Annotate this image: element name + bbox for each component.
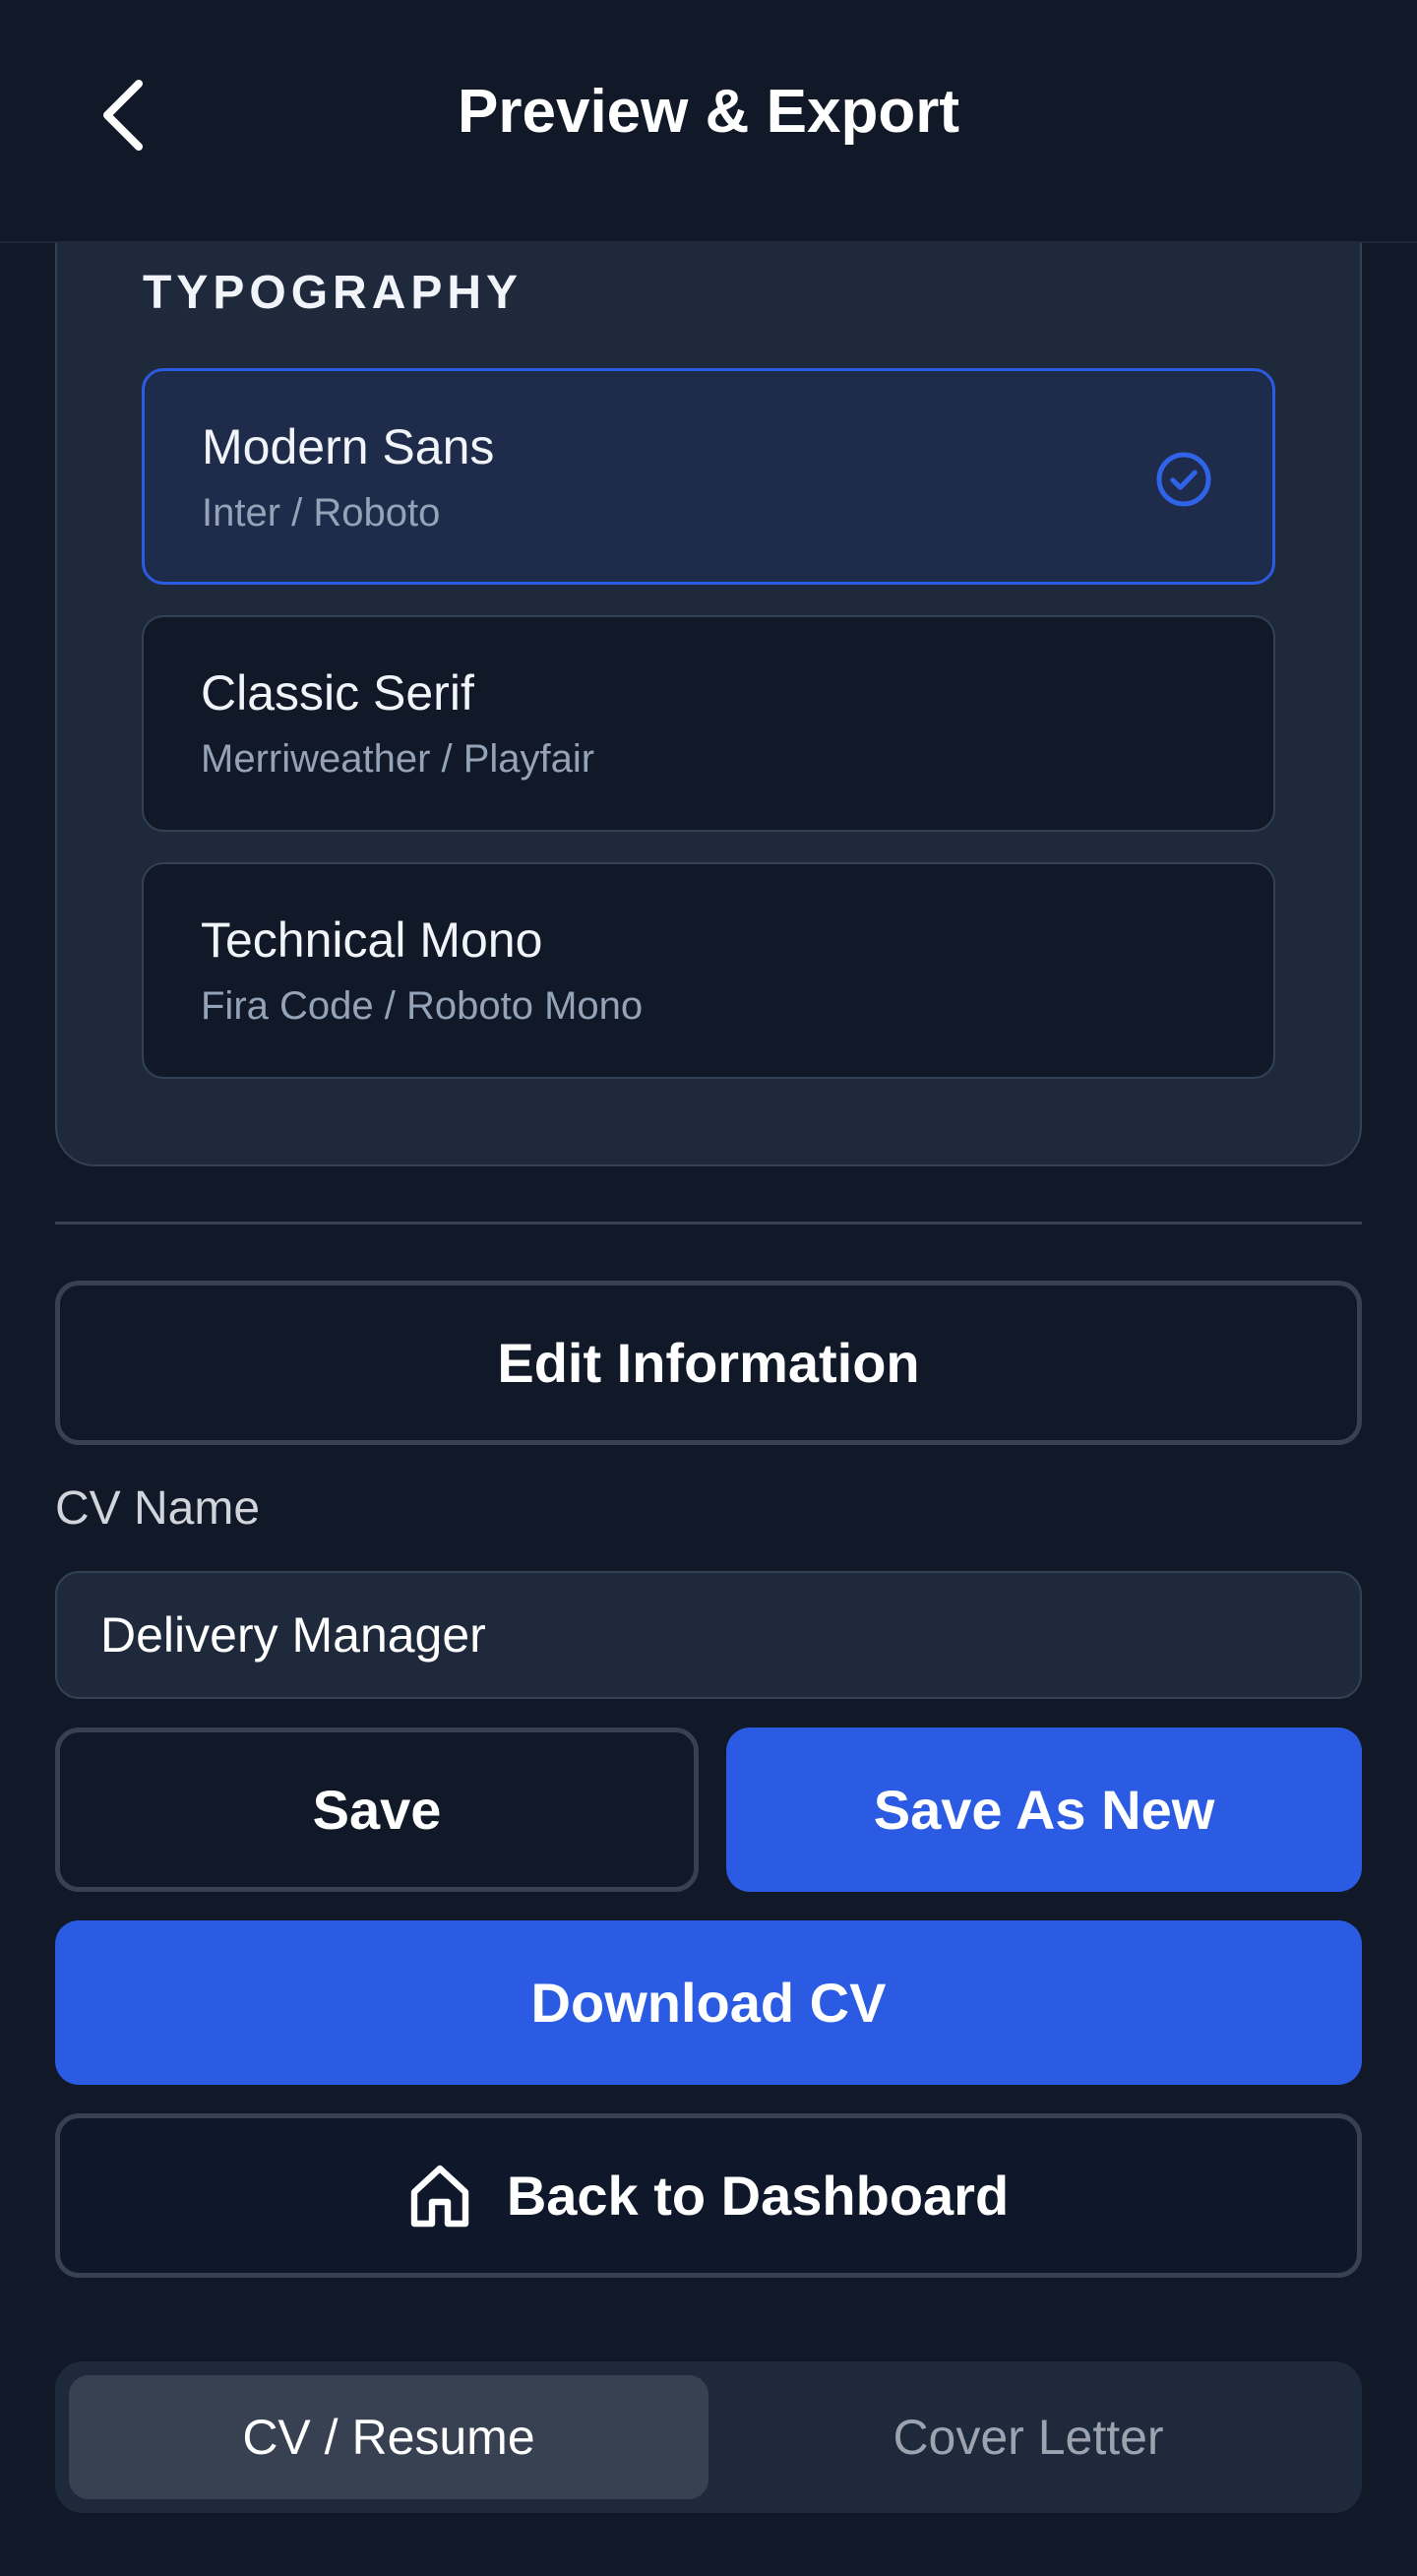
font-option-technical-mono[interactable]: Technical Mono Fira Code / Roboto Mono — [142, 862, 1275, 1079]
edit-information-button[interactable]: Edit Information — [55, 1281, 1362, 1445]
save-as-new-button[interactable]: Save As New — [726, 1728, 1362, 1892]
font-option-name: Technical Mono — [201, 912, 543, 968]
tab-label: CV / Resume — [242, 2410, 535, 2465]
font-option-families: Inter / Roboto — [202, 491, 441, 534]
back-to-dashboard-button[interactable]: Back to Dashboard — [55, 2113, 1362, 2278]
cv-name-input[interactable] — [55, 1571, 1362, 1699]
back-to-dashboard-label: Back to Dashboard — [506, 2165, 1010, 2227]
save-label: Save — [312, 1779, 442, 1841]
font-option-name: Classic Serif — [201, 665, 474, 721]
download-cv-label: Download CV — [530, 1972, 887, 2034]
app-header: Preview & Export — [0, 0, 1417, 243]
edit-information-label: Edit Information — [497, 1332, 920, 1394]
home-icon — [410, 2165, 469, 2227]
preview-export-screen: TYPOGRAPHY Modern Sans Inter / Roboto Cl… — [0, 0, 1417, 2576]
check-circle-icon — [1156, 452, 1211, 507]
typography-heading: TYPOGRAPHY — [143, 267, 524, 319]
font-option-families: Merriweather / Playfair — [201, 737, 595, 781]
tab-cv-resume[interactable]: CV / Resume — [69, 2375, 708, 2499]
font-option-modern-sans[interactable]: Modern Sans Inter / Roboto — [142, 368, 1275, 585]
section-divider — [55, 1222, 1362, 1225]
page-title: Preview & Export — [458, 78, 959, 146]
tab-label: Cover Letter — [893, 2410, 1164, 2465]
font-option-classic-serif[interactable]: Classic Serif Merriweather / Playfair — [142, 615, 1275, 832]
cv-name-label: CV Name — [55, 1482, 261, 1535]
save-as-new-label: Save As New — [873, 1779, 1215, 1841]
tab-cover-letter[interactable]: Cover Letter — [708, 2375, 1348, 2499]
download-cv-button[interactable]: Download CV — [55, 1920, 1362, 2085]
document-type-tabs: CV / Resume Cover Letter — [55, 2361, 1362, 2513]
save-button[interactable]: Save — [55, 1728, 699, 1892]
font-option-families: Fira Code / Roboto Mono — [201, 984, 644, 1028]
font-option-name: Modern Sans — [202, 419, 495, 474]
